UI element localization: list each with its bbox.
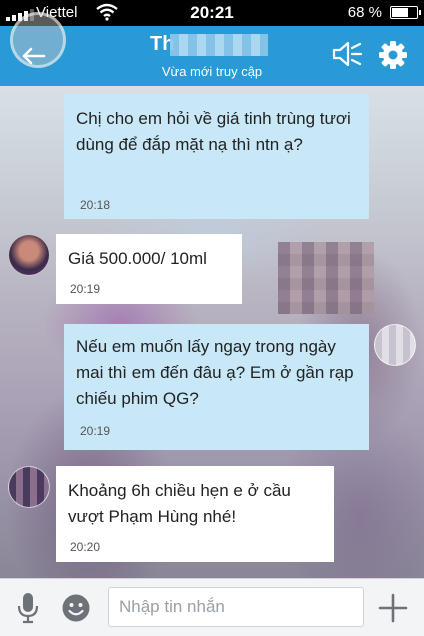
avatar[interactable] xyxy=(374,324,416,366)
outgoing-message[interactable]: Chị cho em hỏi về giá tinh trùng tươi dù… xyxy=(64,94,369,219)
incoming-message[interactable]: Giá 500.000/ 10ml 20:19 xyxy=(56,234,242,304)
message-time: 20:19 xyxy=(70,282,101,296)
plus-icon[interactable] xyxy=(378,593,408,623)
microphone-icon[interactable] xyxy=(16,592,40,624)
message-input[interactable] xyxy=(108,587,364,627)
message-text: Giá 500.000/ 10ml xyxy=(68,249,207,268)
message-time: 20:19 xyxy=(80,424,111,438)
speaker-icon[interactable] xyxy=(331,40,363,68)
contact-name-blur xyxy=(170,34,268,56)
avatar[interactable] xyxy=(8,466,50,508)
message-text: Chị cho em hỏi về giá tinh trùng tươi dù… xyxy=(76,109,351,154)
chat-thread[interactable]: Chị cho em hỏi về giá tinh trùng tươi dù… xyxy=(0,86,424,578)
message-text: Khoảng 6h chiều hẹn e ở cầu vượt Phạm Hù… xyxy=(68,481,291,526)
chat-header: Th Vừa mới truy cập xyxy=(0,12,424,86)
message-time: 20:20 xyxy=(70,540,101,554)
message-composer xyxy=(0,578,424,636)
message-time: 20:18 xyxy=(80,198,111,212)
avatar[interactable] xyxy=(8,234,50,276)
outgoing-message[interactable]: Nếu em muốn lấy ngay trong ngày mai thì … xyxy=(64,324,369,450)
battery-icon xyxy=(390,6,421,19)
incoming-message[interactable]: Khoảng 6h chiều hẹn e ở cầu vượt Phạm Hù… xyxy=(56,466,334,562)
censor-mosaic xyxy=(278,242,374,314)
battery-percent: 68 % xyxy=(347,4,382,21)
status-bar: Viettel 20:21 68 % xyxy=(0,0,424,26)
message-text: Nếu em muốn lấy ngay trong ngày mai thì … xyxy=(76,337,354,408)
gear-icon[interactable] xyxy=(378,40,408,70)
battery-fill xyxy=(392,8,408,17)
back-icon xyxy=(22,47,46,65)
emoji-icon[interactable] xyxy=(61,593,91,623)
